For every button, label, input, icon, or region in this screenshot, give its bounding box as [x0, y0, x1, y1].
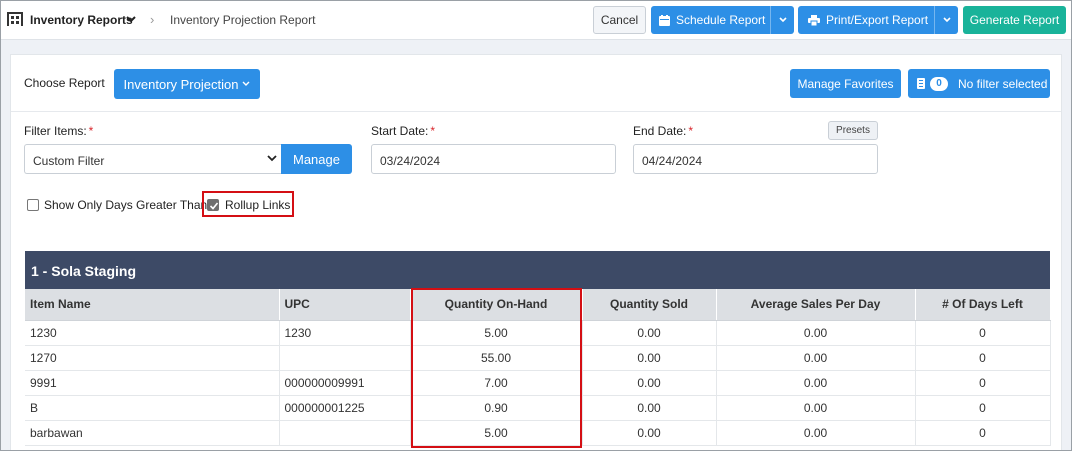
breadcrumb-current: Inventory Projection Report	[170, 13, 316, 27]
report-panel: Choose Report Inventory Projection Manag…	[10, 54, 1062, 451]
cell-quantity-sold: 0.00	[582, 370, 717, 396]
cell-average-sales: 0.00	[716, 345, 916, 371]
col-item-name[interactable]: Item Name	[25, 289, 280, 321]
table-row: barbawan 5.00 0.00 0.00 0	[25, 420, 1051, 446]
chevron-down-icon	[942, 17, 951, 23]
cell-average-sales: 0.00	[716, 395, 916, 421]
cell-quantity-on-hand: 0.90	[410, 395, 583, 421]
cell-days-left: 0	[915, 320, 1051, 346]
cell-quantity-sold: 0.00	[582, 420, 717, 446]
show-only-days-checkbox[interactable]	[27, 199, 39, 211]
breadcrumb-separator: ›	[150, 12, 155, 27]
table-row: 9991 000000009991 7.00 0.00 0.00 0	[25, 370, 1051, 396]
start-date-label: Start Date: *	[371, 124, 436, 138]
cell-quantity-on-hand: 5.00	[410, 420, 583, 446]
filter-status-button[interactable]: 0 No filter selected	[908, 69, 1050, 98]
cell-item-name: 1270	[25, 345, 280, 371]
table-section-title: 1 - Sola Staging	[25, 251, 1050, 289]
col-average-sales-per-day[interactable]: Average Sales Per Day	[716, 289, 916, 321]
breadcrumb-root[interactable]: Inventory Reports	[30, 13, 133, 27]
cell-upc	[279, 420, 411, 446]
col-quantity-on-hand[interactable]: Quantity On-Hand	[410, 289, 583, 321]
rollup-links-checkbox[interactable]	[207, 199, 219, 211]
generate-report-button[interactable]: Generate Report	[963, 6, 1066, 34]
printer-icon	[808, 14, 820, 26]
print-export-label: Print/Export Report	[826, 13, 929, 27]
cell-upc: 000000009991	[279, 370, 411, 396]
print-export-dropdown[interactable]	[934, 6, 958, 34]
cell-quantity-on-hand: 7.00	[410, 370, 583, 396]
projection-table: 1 - Sola Staging Item Name UPC Quantity …	[25, 251, 1051, 448]
filter-items-label: Filter Items: *	[24, 124, 94, 138]
start-date-input[interactable]: 03/24/2024	[371, 144, 616, 174]
table-row: 1230 1230 5.00 0.00 0.00 0	[25, 320, 1051, 346]
cell-quantity-sold: 0.00	[582, 345, 717, 371]
schedule-report-button[interactable]: Schedule Report	[651, 6, 794, 34]
cell-quantity-on-hand: 5.00	[410, 320, 583, 346]
cell-upc: 000000001225	[279, 395, 411, 421]
cell-days-left: 0	[915, 345, 1051, 371]
filter-count-badge: 0	[930, 76, 948, 91]
cell-quantity-sold: 0.00	[582, 395, 717, 421]
checkmark-icon	[209, 202, 219, 210]
print-export-button[interactable]: Print/Export Report	[798, 6, 958, 34]
presets-button[interactable]: Presets	[828, 121, 878, 140]
chevron-down-icon	[267, 155, 277, 162]
cell-item-name: 1230	[25, 320, 280, 346]
cell-upc: 1230	[279, 320, 411, 346]
schedule-report-dropdown[interactable]	[770, 6, 794, 34]
cell-average-sales: 0.00	[716, 420, 916, 446]
rollup-links-label: Rollup Links	[225, 198, 291, 212]
cell-item-name: 9991	[25, 370, 280, 396]
show-only-days-label: Show Only Days Greater Than	[44, 198, 208, 212]
cell-quantity-sold: 0.00	[582, 320, 717, 346]
cell-average-sales: 0.00	[716, 320, 916, 346]
cell-item-name: barbawan	[25, 420, 280, 446]
selected-report-label: Inventory Projection	[123, 76, 239, 92]
cell-days-left: 0	[915, 370, 1051, 396]
calendar-icon	[659, 14, 670, 26]
filter-items-select[interactable]: Custom Filter	[24, 144, 281, 174]
table-row: B 000000001225 0.90 0.00 0.00 0	[25, 395, 1051, 421]
cell-days-left: 0	[915, 420, 1051, 446]
cancel-button[interactable]: Cancel	[593, 6, 646, 34]
table-row: 1270 55.00 0.00 0.00 0	[25, 345, 1051, 371]
cell-days-left: 0	[915, 395, 1051, 421]
chevron-down-icon	[242, 81, 250, 86]
manage-favorites-button[interactable]: Manage Favorites	[790, 69, 901, 98]
cell-item-name: B	[25, 395, 280, 421]
col-days-left[interactable]: # Of Days Left	[915, 289, 1051, 321]
filter-list-icon	[917, 78, 925, 89]
end-date-label: End Date: *	[633, 124, 694, 138]
chevron-down-icon[interactable]	[126, 14, 136, 24]
report-select-button[interactable]: Inventory Projection	[114, 69, 260, 99]
schedule-report-label: Schedule Report	[676, 13, 766, 27]
warehouse-icon	[7, 12, 23, 26]
projection-data-table: Item Name UPC Quantity On-Hand Quantity …	[25, 289, 1051, 446]
col-quantity-sold[interactable]: Quantity Sold	[582, 289, 717, 321]
chevron-down-icon	[778, 17, 787, 23]
cell-upc	[279, 345, 411, 371]
col-upc[interactable]: UPC	[279, 289, 411, 321]
end-date-input[interactable]: 04/24/2024	[633, 144, 878, 174]
choose-report-label: Choose Report	[24, 76, 105, 90]
manage-filter-button[interactable]: Manage	[281, 144, 352, 174]
top-bar: Inventory Reports › Inventory Projection…	[0, 0, 1072, 40]
filter-status-label: No filter selected	[958, 76, 1048, 91]
table-header-row: Item Name UPC Quantity On-Hand Quantity …	[25, 289, 1051, 321]
report-header: Choose Report Inventory Projection Manag…	[11, 55, 1061, 112]
cell-average-sales: 0.00	[716, 370, 916, 396]
cell-quantity-on-hand: 55.00	[410, 345, 583, 371]
